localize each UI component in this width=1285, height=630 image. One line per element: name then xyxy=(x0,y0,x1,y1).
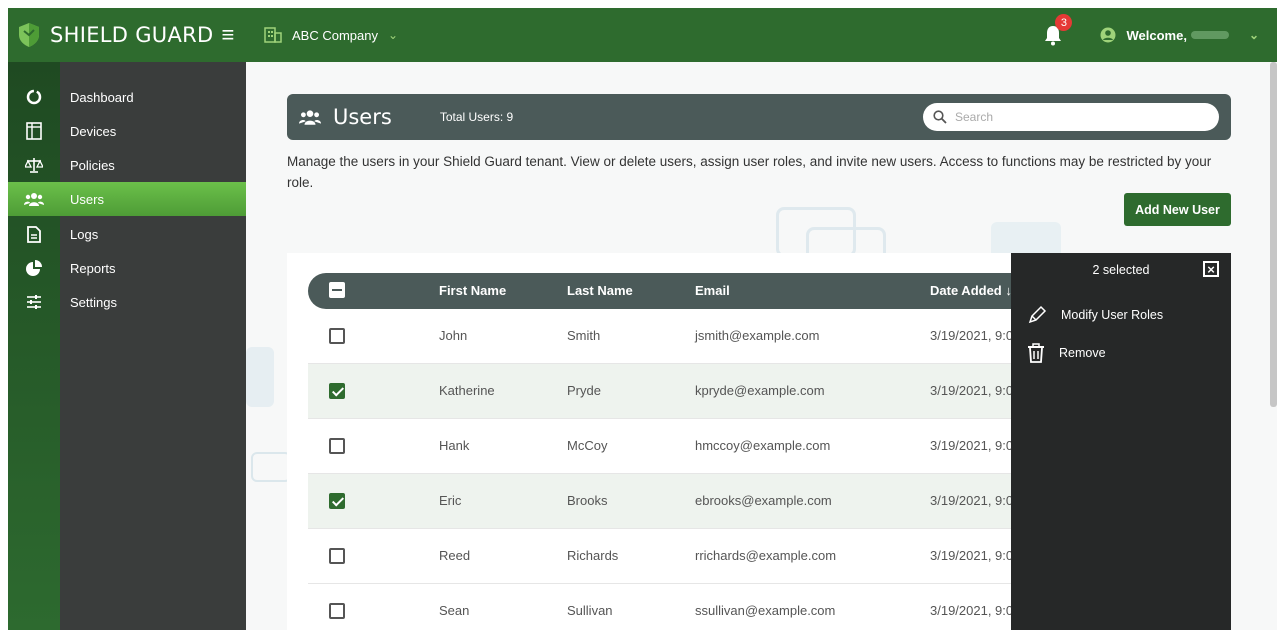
sidebar-item-label: Policies xyxy=(70,157,115,173)
users-icon xyxy=(24,193,44,206)
page-title: Users xyxy=(333,105,392,129)
devices-icon xyxy=(26,122,42,140)
users-icon xyxy=(299,110,321,125)
cell-date-added: 3/19/2021, 9:0 xyxy=(930,328,1014,343)
cell-email: kpryde@example.com xyxy=(695,383,825,398)
scale-icon xyxy=(25,158,43,173)
sidebar-item-label: Reports xyxy=(70,260,116,276)
search-box[interactable] xyxy=(923,103,1219,131)
brand: SHIELD GUARD ≡ xyxy=(8,8,246,62)
cell-email: jsmith@example.com xyxy=(695,328,820,343)
cell-email: hmccoy@example.com xyxy=(695,438,831,453)
cell-last-name: Pryde xyxy=(567,383,601,398)
column-header-date-added[interactable]: Date Added ↓ xyxy=(930,283,1012,298)
row-checkbox[interactable] xyxy=(329,438,345,454)
pencil-icon xyxy=(1028,305,1047,324)
notification-badge: 3 xyxy=(1055,14,1073,31)
column-header-first-name[interactable]: First Name xyxy=(439,283,506,298)
page-description: Manage the users in your Shield Guard te… xyxy=(287,154,1212,190)
row-checkbox[interactable] xyxy=(329,493,345,509)
brand-name: SHIELD GUARD xyxy=(50,23,214,47)
cell-first-name: Katherine xyxy=(439,383,495,398)
sidebar-item-users[interactable]: Users xyxy=(8,182,246,216)
hamburger-menu-icon[interactable]: ≡ xyxy=(222,24,235,46)
page-scrollbar[interactable] xyxy=(1270,62,1277,407)
cell-last-name: Brooks xyxy=(567,493,608,508)
cell-first-name: Eric xyxy=(439,493,462,508)
cell-first-name: Sean xyxy=(439,603,470,618)
building-icon xyxy=(264,27,282,43)
users-header-bar: Users Total Users: 9 xyxy=(287,94,1231,140)
row-checkbox[interactable] xyxy=(329,383,345,399)
close-panel-button[interactable]: × xyxy=(1203,261,1219,277)
sidebar-item-label: Settings xyxy=(70,294,117,310)
sidebar-item-policies[interactable]: Policies xyxy=(8,148,246,182)
select-all-checkbox[interactable] xyxy=(329,282,345,298)
cell-last-name: Richards xyxy=(567,548,619,563)
close-icon: × xyxy=(1207,261,1215,277)
cell-email: ssullivan@example.com xyxy=(695,603,836,618)
cell-date-added: 3/19/2021, 9:0 xyxy=(930,548,1014,563)
search-icon xyxy=(933,110,947,124)
selection-action-panel: 2 selected × Modify User Roles Remove xyxy=(1011,253,1231,630)
sliders-icon xyxy=(27,295,41,309)
cell-date-added: 3/19/2021, 9:0 xyxy=(930,603,1014,618)
notifications-button[interactable]: 3 xyxy=(1044,14,1073,46)
sidebar-item-label: Users xyxy=(70,191,104,207)
company-name: ABC Company xyxy=(292,27,378,43)
cell-first-name: Hank xyxy=(439,438,470,453)
cell-first-name: Reed xyxy=(439,548,471,563)
action-label: Modify User Roles xyxy=(1061,308,1164,322)
chevron-down-icon: ⌄ xyxy=(1248,28,1259,42)
top-bar: SHIELD GUARD ≡ ABC Company ⌄ 3 Welcome, … xyxy=(8,8,1277,62)
total-users-count: Total Users: 9 xyxy=(439,110,514,124)
cell-date-added: 3/19/2021, 9:0 xyxy=(930,383,1014,398)
modify-user-roles-action[interactable]: Modify User Roles xyxy=(1027,305,1163,325)
cell-last-name: Sullivan xyxy=(567,603,613,618)
search-input[interactable] xyxy=(955,110,1195,124)
cell-email: rrichards@example.com xyxy=(695,548,837,563)
cell-email: ebrooks@example.com xyxy=(695,493,832,508)
add-new-user-button[interactable]: Add New User xyxy=(1124,193,1231,226)
row-checkbox[interactable] xyxy=(329,548,345,564)
sidebar-item-label: Dashboard xyxy=(70,89,134,105)
background-decoration xyxy=(251,452,291,482)
selected-count: 2 selected xyxy=(1092,263,1150,277)
document-icon xyxy=(27,225,41,243)
cell-first-name: John xyxy=(439,328,468,343)
remove-action[interactable]: Remove xyxy=(1027,343,1106,363)
sidebar-item-devices[interactable]: Devices xyxy=(8,114,246,148)
background-decoration xyxy=(246,347,274,407)
row-checkbox[interactable] xyxy=(329,603,345,619)
dashboard-icon xyxy=(26,89,42,105)
sidebar-item-label: Logs xyxy=(70,226,99,242)
sidebar-item-reports[interactable]: Reports xyxy=(8,251,246,285)
pie-chart-icon xyxy=(26,260,42,276)
sidebar-item-dashboard[interactable]: Dashboard xyxy=(8,80,246,114)
sidebar-item-settings[interactable]: Settings xyxy=(8,285,246,319)
welcome-text: Welcome, xyxy=(1126,27,1187,43)
user-name-redacted xyxy=(1190,31,1229,39)
user-avatar-icon xyxy=(1100,27,1116,43)
column-header-last-name[interactable]: Last Name xyxy=(567,283,633,298)
row-checkbox[interactable] xyxy=(329,328,345,344)
sidebar-item-logs[interactable]: Logs xyxy=(8,217,246,251)
trash-icon xyxy=(1028,343,1044,363)
company-selector[interactable]: ABC Company ⌄ xyxy=(264,27,398,43)
column-header-email[interactable]: Email xyxy=(695,283,730,298)
cell-last-name: McCoy xyxy=(567,438,608,453)
user-menu[interactable]: Welcome, ⌄ xyxy=(1100,27,1277,43)
action-label: Remove xyxy=(1059,346,1106,360)
sidebar-item-label: Devices xyxy=(70,123,117,139)
shield-logo-icon xyxy=(19,23,39,47)
cell-last-name: Smith xyxy=(567,328,601,343)
cell-date-added: 3/19/2021, 9:0 xyxy=(930,438,1014,453)
chevron-down-icon: ⌄ xyxy=(387,28,399,42)
cell-date-added: 3/19/2021, 9:0 xyxy=(930,493,1014,508)
